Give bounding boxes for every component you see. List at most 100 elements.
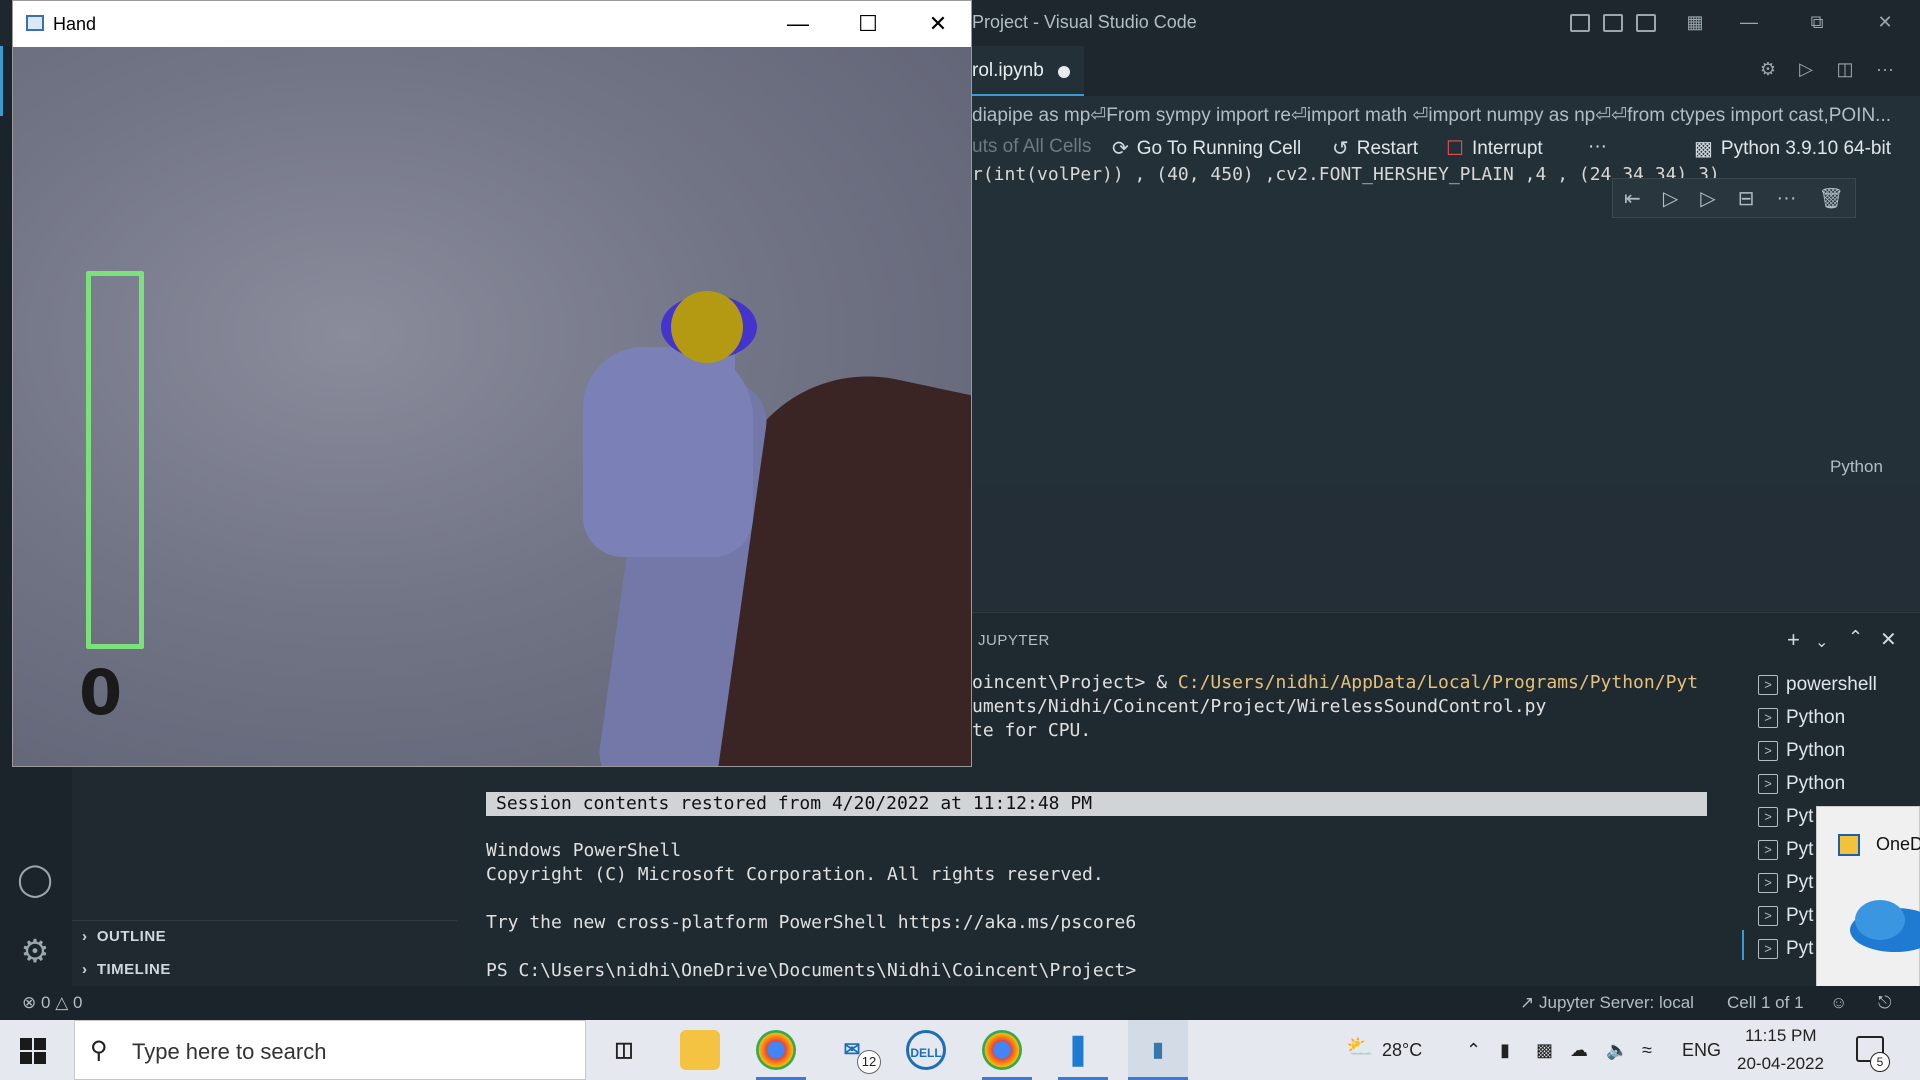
notebook-tab-label[interactable]: rol.ipynb xyxy=(972,60,1044,82)
terminal-line-1: oincent\Project> & C:/Users/nidhi/AppDat… xyxy=(972,672,1698,693)
minimize-icon[interactable]: — xyxy=(783,9,813,39)
maximize-icon[interactable]: ☐ xyxy=(853,9,883,39)
file-explorer-icon[interactable] xyxy=(680,1030,720,1070)
copyright-line: Copyright (C) Microsoft Corporation. All… xyxy=(486,864,1104,885)
terminal-icon: > xyxy=(1758,674,1778,695)
interrupt-button[interactable]: ☐ Interrupt xyxy=(1446,136,1543,161)
restart-button[interactable]: ↺ Restart xyxy=(1332,136,1418,161)
timeline-section[interactable]: › TIMELINE xyxy=(82,961,171,978)
minimize-icon[interactable]: — xyxy=(1738,11,1760,33)
restore-icon[interactable]: ⧉ xyxy=(1806,11,1828,33)
cell-status[interactable]: Cell 1 of 1 xyxy=(1727,993,1804,1013)
jupyter-server-label: Jupyter Server: local xyxy=(1538,993,1694,1012)
go-to-running-cell-button[interactable]: ⟳ Go To Running Cell xyxy=(1112,136,1301,161)
split-cell-icon[interactable]: ⊟ xyxy=(1738,186,1755,211)
more-cell-actions-icon[interactable]: ··· xyxy=(1777,187,1797,210)
terminal-list-item[interactable]: > Python xyxy=(1758,767,1920,800)
chrome-profile-icon[interactable] xyxy=(982,1030,1022,1070)
notifications-bell-icon[interactable]: ⎋ xyxy=(1878,993,1891,1013)
terminal-name: Python xyxy=(1786,739,1846,761)
mail-badge: 12 xyxy=(857,1050,881,1074)
dell-icon[interactable]: DELL xyxy=(906,1030,946,1070)
close-panel-icon[interactable]: ✕ xyxy=(1880,627,1897,652)
jupyter-panel-tab[interactable]: JUPYTER xyxy=(978,632,1050,649)
close-icon[interactable]: ✕ xyxy=(923,9,953,39)
kernel-picker[interactable]: ▩ Python 3.9.10 64-bit xyxy=(1694,136,1891,161)
hand-titlebar[interactable] xyxy=(13,1,971,47)
breadcrumb[interactable]: diapipe as mp⏎From sympy import re⏎impor… xyxy=(972,104,1912,127)
toggle-primary-sidebar-icon[interactable] xyxy=(1570,14,1590,32)
maximize-panel-icon[interactable]: ⌃ xyxy=(1848,627,1863,648)
terminal-icon: > xyxy=(1758,806,1778,827)
customize-layout-icon[interactable]: ▦ xyxy=(1684,11,1706,33)
run-above-icon[interactable]: ▷ xyxy=(1663,186,1678,211)
onedrive-app-icon xyxy=(1838,834,1860,856)
weather-temp[interactable]: 28°C xyxy=(1382,1040,1422,1061)
run-below-icon[interactable]: ▷ xyxy=(1700,186,1715,211)
kernel-icon: ▩ xyxy=(1694,138,1713,160)
stop-square-icon: ☐ xyxy=(1446,138,1464,160)
terminal-list-item[interactable]: > Python xyxy=(1758,701,1920,734)
toggle-panel-icon[interactable] xyxy=(1603,14,1623,32)
wifi-icon[interactable]: ≈ xyxy=(1642,1040,1652,1061)
terminal-name: Pyt xyxy=(1786,904,1814,926)
chrome-icon[interactable] xyxy=(756,1030,796,1070)
terminal-list-item[interactable]: > powershell xyxy=(1758,668,1920,701)
more-toolbar-button[interactable]: ··· xyxy=(1588,136,1607,158)
unsaved-dot-icon[interactable] xyxy=(1058,66,1070,78)
vscode-window-title: Project - Visual Studio Code xyxy=(972,12,1197,32)
toggle-secondary-sidebar-icon[interactable] xyxy=(1636,14,1656,32)
run-all-cells-button[interactable]: uts of All Cells xyxy=(972,136,1091,158)
close-icon[interactable]: ✕ xyxy=(1874,11,1896,33)
task-view-icon[interactable]: ◫ xyxy=(604,1030,644,1070)
language-indicator[interactable]: ENG xyxy=(1682,1040,1721,1061)
search-icon: ⚲ xyxy=(90,1037,108,1064)
gear-icon[interactable]: ⚙ xyxy=(1757,58,1779,80)
meet-now-icon[interactable]: ▩ xyxy=(1536,1040,1553,1061)
split-editor-icon[interactable]: ◫ xyxy=(1834,58,1856,80)
terminal-icon: > xyxy=(1758,707,1778,728)
sidebar-divider xyxy=(72,920,457,921)
restart-icon: ↺ xyxy=(1332,138,1349,160)
outline-section[interactable]: › OUTLINE xyxy=(82,928,166,945)
powershell-title: Windows PowerShell xyxy=(486,840,682,861)
run-all-icon[interactable]: ▷ xyxy=(1795,58,1817,80)
terminal-prompt[interactable]: PS C:\Users\nidhi\OneDrive\Documents\Nid… xyxy=(486,960,1136,981)
battery-icon[interactable]: ▮ xyxy=(1500,1040,1510,1061)
clock-date[interactable]: 20-04-2022 xyxy=(1737,1054,1824,1074)
jupyter-server-status[interactable]: ↗ Jupyter Server: local xyxy=(1520,993,1694,1013)
terminal-text: oincent\Project> & xyxy=(972,672,1178,693)
code-line[interactable]: r(int(volPer)) , (40, 450) ,cv2.FONT_HER… xyxy=(972,164,1720,185)
settings-gear-icon[interactable]: ⚙ xyxy=(16,932,54,970)
delete-cell-icon[interactable]: 🗑 xyxy=(1819,186,1844,211)
terminal-name: Pyt xyxy=(1786,937,1814,959)
chevron-right-icon: › xyxy=(82,961,97,978)
network-cloud-icon[interactable]: ☁ xyxy=(1570,1040,1588,1061)
chevron-down-icon[interactable]: ⌄ xyxy=(1815,632,1828,652)
terminal-icon: > xyxy=(1758,938,1778,959)
warning-count: 0 xyxy=(73,993,83,1012)
problems-indicator[interactable]: ⊗ 0 △ 0 xyxy=(22,993,82,1013)
terminal-list-item[interactable]: > Python xyxy=(1758,734,1920,767)
feedback-icon[interactable]: ☺ xyxy=(1830,993,1847,1013)
sync-icon: ⟳ xyxy=(1112,138,1129,160)
vscode-icon[interactable]: ❚ xyxy=(1058,1030,1098,1070)
cell-language[interactable]: Python xyxy=(1830,457,1883,477)
terminal-line-2: uments/Nidhi/Coincent/Project/WirelessSo… xyxy=(972,696,1547,717)
clock-time[interactable]: 11:15 PM xyxy=(1745,1026,1817,1046)
error-count: 0 xyxy=(40,993,51,1012)
chevron-up-icon[interactable]: ⌃ xyxy=(1466,1040,1481,1061)
more-actions-icon[interactable]: ··· xyxy=(1874,58,1896,80)
terminal-name: powershell xyxy=(1786,673,1877,695)
terminal-name: Pyt xyxy=(1786,871,1814,893)
python-icon[interactable]: ▮ xyxy=(1128,1020,1188,1080)
search-placeholder[interactable]: Type here to search xyxy=(132,1039,326,1065)
windows-start-icon[interactable] xyxy=(20,1038,46,1064)
account-icon[interactable]: ◯ xyxy=(16,860,54,898)
weather-icon[interactable]: ⛅ xyxy=(1346,1034,1373,1060)
volume-icon[interactable]: 🔈 xyxy=(1606,1040,1628,1061)
terminal-line-3: te for CPU. xyxy=(972,720,1092,741)
execute-above-icon[interactable]: ⇤ xyxy=(1624,186,1641,211)
terminal-name: Python xyxy=(1786,706,1846,728)
new-terminal-icon[interactable]: + xyxy=(1787,627,1800,653)
